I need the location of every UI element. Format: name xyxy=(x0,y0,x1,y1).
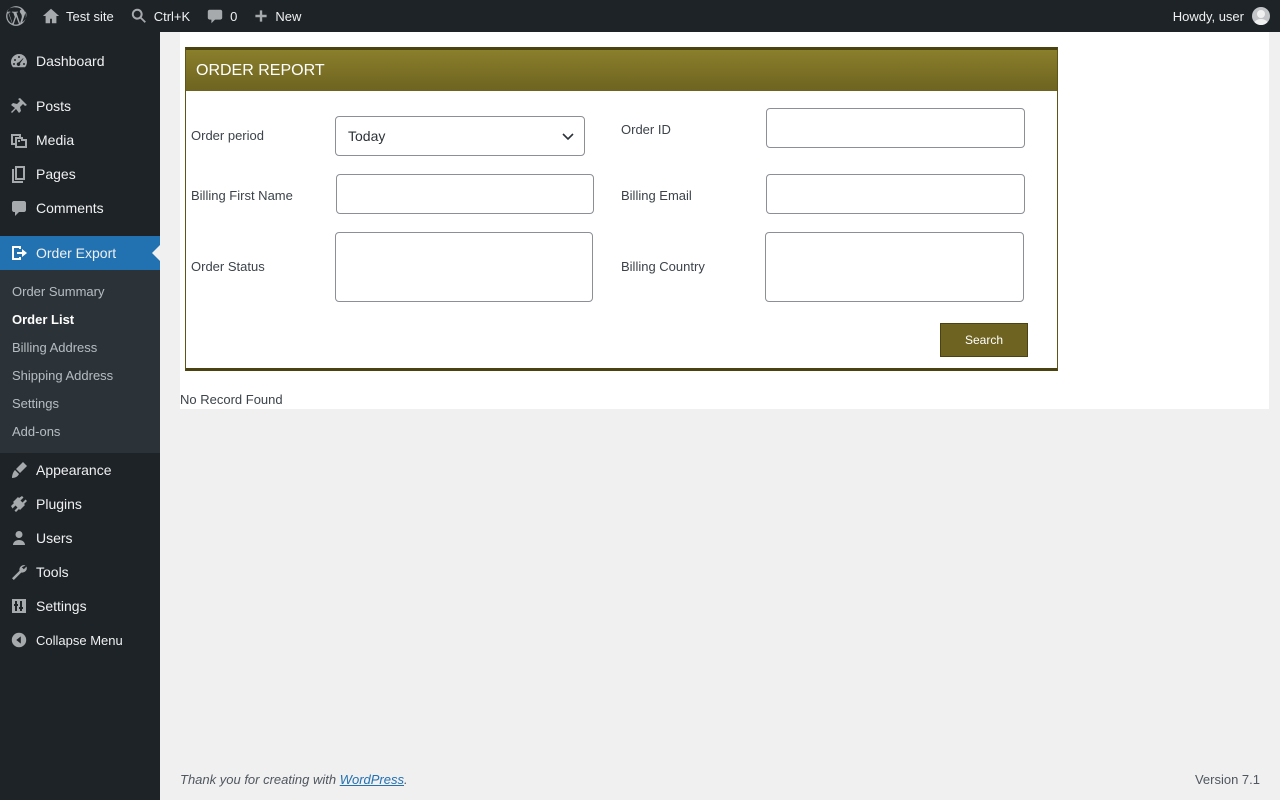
menu-label-appearance: Appearance xyxy=(36,462,112,478)
my-account-link[interactable]: Howdy, user xyxy=(1165,0,1280,32)
howdy-text: Howdy, user xyxy=(1172,8,1244,24)
content-area: ORDER REPORT Order period Today Order ID… xyxy=(180,32,1269,409)
comment-icon xyxy=(207,9,223,24)
search-icon xyxy=(131,8,146,23)
plugin-icon xyxy=(11,496,27,512)
order-period-value: Today xyxy=(348,128,386,144)
submenu-item-shipping-address[interactable]: Shipping Address xyxy=(0,361,160,389)
command-search[interactable]: Ctrl+K xyxy=(122,0,198,32)
settings-sliders-icon xyxy=(12,599,26,613)
footer-version: Version 7.1 xyxy=(1194,772,1260,787)
comments-count: 0 xyxy=(230,8,238,24)
menu-item-order-export[interactable]: Order Export xyxy=(0,236,160,270)
collapse-arrow-icon xyxy=(11,632,27,648)
comments-link[interactable]: 0 xyxy=(198,0,245,32)
site-name: Test site xyxy=(66,8,114,24)
menu-item-tools[interactable]: Tools xyxy=(0,555,160,589)
menu-label-posts: Posts xyxy=(36,98,72,114)
order-status-multiselect[interactable] xyxy=(335,232,593,302)
chevron-down-icon xyxy=(562,133,574,141)
billing-country-label: Billing Country xyxy=(621,259,705,274)
menu-label-settings: Settings xyxy=(36,598,87,614)
footer-thanks: Thank you for creating with WordPress. xyxy=(180,772,408,787)
wordpress-logo-menu[interactable] xyxy=(0,0,34,32)
new-content-link[interactable]: New xyxy=(245,0,309,32)
menu-item-media[interactable]: Media xyxy=(0,123,160,157)
comments-icon xyxy=(12,201,26,216)
billing-first-name-label: Billing First Name xyxy=(191,188,293,203)
order-period-select[interactable]: Today xyxy=(335,116,585,156)
submenu-item-order-list[interactable]: Order List xyxy=(0,305,160,333)
report-title: ORDER REPORT xyxy=(186,50,1057,91)
submenu-item-billing-address[interactable]: Billing Address xyxy=(0,333,160,361)
admin-menu: Dashboard Posts Media Pages Comments Ord… xyxy=(0,32,160,800)
menu-label-comments: Comments xyxy=(36,200,104,216)
order-report-panel: ORDER REPORT Order period Today Order ID… xyxy=(185,47,1058,371)
order-id-input[interactable] xyxy=(766,108,1025,148)
footer-thanks-suffix: . xyxy=(404,772,408,787)
pages-icon xyxy=(12,166,25,183)
billing-first-name-input[interactable] xyxy=(336,174,594,214)
submenu-item-add-ons[interactable]: Add-ons xyxy=(0,417,160,445)
menu-item-plugins[interactable]: Plugins xyxy=(0,487,160,521)
menu-item-settings[interactable]: Settings xyxy=(0,589,160,623)
wordpress-logo-icon xyxy=(6,6,27,26)
avatar xyxy=(1252,7,1270,25)
menu-item-dashboard[interactable]: Dashboard xyxy=(0,44,160,78)
search-shortcut: Ctrl+K xyxy=(153,8,191,24)
pushpin-icon xyxy=(11,98,27,113)
new-label: New xyxy=(275,8,302,24)
menu-label-dashboard: Dashboard xyxy=(36,53,105,69)
site-name-link[interactable]: Test site xyxy=(34,0,122,32)
menu-item-comments[interactable]: Comments xyxy=(0,191,160,225)
menu-label-plugins: Plugins xyxy=(36,496,82,512)
home-icon xyxy=(42,8,60,24)
menu-label-order-export: Order Export xyxy=(36,245,117,261)
menu-label-pages: Pages xyxy=(36,166,76,182)
dashboard-icon xyxy=(11,54,27,68)
order-period-label: Order period xyxy=(191,128,264,143)
collapse-menu-button[interactable]: Collapse Menu xyxy=(0,623,160,657)
footer-thanks-prefix: Thank you for creating with xyxy=(180,772,340,787)
menu-item-users[interactable]: Users xyxy=(0,521,160,555)
paintbrush-icon xyxy=(12,462,27,478)
media-icon xyxy=(11,134,27,148)
order-export-submenu: Order Summary Order List Billing Address… xyxy=(0,270,160,453)
menu-label-media: Media xyxy=(36,132,75,148)
menu-label-tools: Tools xyxy=(36,564,69,580)
order-status-label: Order Status xyxy=(191,259,265,274)
menu-item-appearance[interactable]: Appearance xyxy=(0,453,160,487)
export-icon xyxy=(12,246,27,260)
user-icon xyxy=(13,531,25,545)
wordpress-link[interactable]: WordPress xyxy=(340,772,404,787)
submenu-item-order-summary[interactable]: Order Summary xyxy=(0,277,160,305)
wrench-icon xyxy=(12,565,27,580)
billing-email-input[interactable] xyxy=(766,174,1025,214)
admin-bar: Test site Ctrl+K 0 New Howdy, user xyxy=(0,0,1280,32)
billing-email-label: Billing Email xyxy=(621,188,692,203)
search-button[interactable]: Search xyxy=(940,323,1028,357)
order-id-label: Order ID xyxy=(621,122,671,137)
no-record-message: No Record Found xyxy=(180,392,283,407)
menu-item-pages[interactable]: Pages xyxy=(0,157,160,191)
menu-item-posts[interactable]: Posts xyxy=(0,89,160,123)
plus-icon xyxy=(255,10,268,22)
billing-country-multiselect[interactable] xyxy=(765,232,1024,302)
menu-label-collapse: Collapse Menu xyxy=(36,632,123,648)
submenu-item-settings[interactable]: Settings xyxy=(0,389,160,417)
menu-label-users: Users xyxy=(36,530,73,546)
